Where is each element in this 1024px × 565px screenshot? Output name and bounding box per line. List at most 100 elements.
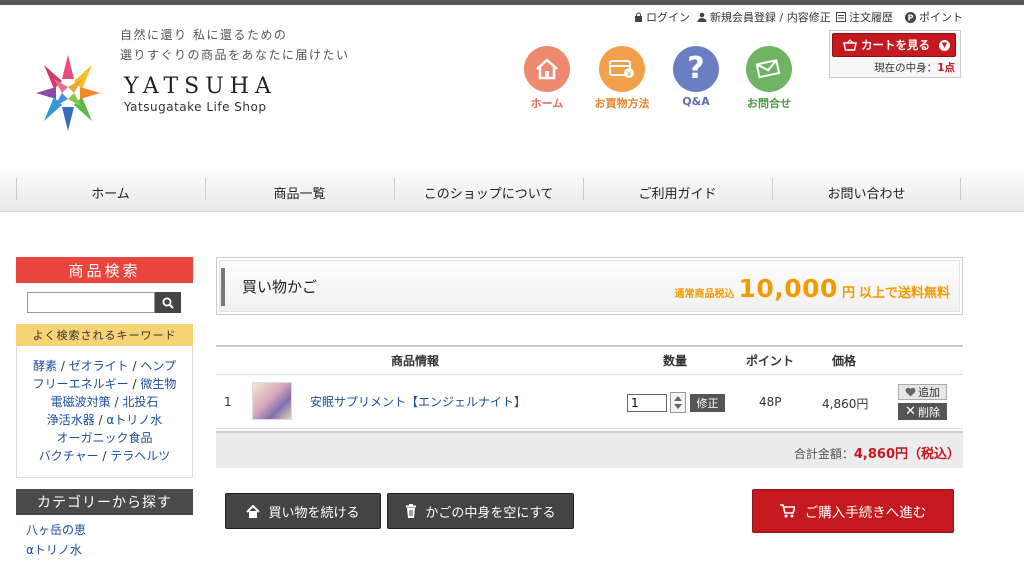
- logo-mark-icon[interactable]: [34, 52, 102, 134]
- trash-icon: [406, 504, 417, 518]
- cart-count-label: 現在の中身：: [874, 62, 938, 74]
- contact-nav-button[interactable]: [746, 46, 792, 92]
- cart-icon: [779, 504, 795, 518]
- wallet-icon: ¥: [609, 60, 634, 78]
- keyword-link[interactable]: オーガニック食品: [56, 431, 152, 445]
- keyword-link[interactable]: ゼオライト: [69, 359, 129, 373]
- delete-label: 削除: [917, 405, 940, 419]
- view-cart-label: カートを見る: [861, 38, 930, 52]
- keyword-link[interactable]: ヘンプ: [140, 359, 176, 373]
- column-points: ポイント: [746, 354, 795, 368]
- continue-shopping-button[interactable]: 買い物を続ける: [225, 493, 381, 529]
- logo-title[interactable]: YATSUHA: [124, 74, 277, 99]
- points-link[interactable]: P ポイント: [905, 10, 963, 24]
- continue-shopping-label: 買い物を続ける: [268, 505, 360, 521]
- user-icon: [697, 12, 707, 22]
- nav-item-contact[interactable]: お問い合わせ: [772, 172, 961, 212]
- home-icon: [536, 58, 558, 80]
- qa-nav-button[interactable]: ?: [673, 46, 719, 92]
- keyword-link[interactable]: バクチャー: [39, 449, 99, 463]
- keyword-link[interactable]: 微生物: [140, 377, 176, 391]
- qa-nav-label[interactable]: Q&A: [656, 95, 736, 108]
- keyword-link[interactable]: 浄活水器: [47, 413, 95, 427]
- lock-icon: [635, 12, 642, 22]
- free-shipping-unit: 円: [841, 286, 855, 301]
- cart-count-value: 1点: [937, 62, 955, 74]
- column-quantity: 数量: [663, 354, 688, 368]
- tagline-line-2: 選りすぐりの商品をあなたに届けたい: [120, 48, 350, 62]
- search-button[interactable]: [155, 292, 181, 313]
- svg-text:P: P: [908, 13, 914, 22]
- logo-subtitle[interactable]: Yatsugatake Life Shop: [124, 100, 266, 114]
- delete-item-button[interactable]: ✕ 削除: [898, 403, 947, 420]
- howto-nav-button[interactable]: ¥: [599, 46, 645, 92]
- stepper-arrows-icon: [674, 396, 682, 409]
- point-icon: P: [905, 11, 916, 23]
- quantity-input[interactable]: 1: [627, 394, 667, 412]
- nav-item-about[interactable]: このショップについて: [394, 172, 583, 212]
- checkout-button[interactable]: ご購入手続きへ進む: [752, 489, 954, 533]
- category-list: 八ヶ岳の恵 αトリノ水: [26, 520, 86, 560]
- tagline-line-1: 自然に還り 私に還るための: [120, 28, 288, 42]
- page-title: 買い物かご: [242, 278, 318, 296]
- contact-nav-label[interactable]: お問合せ: [729, 95, 809, 111]
- column-price: 価格: [832, 354, 857, 368]
- howto-nav-label[interactable]: お買物方法: [582, 95, 662, 111]
- keyword-link[interactable]: 電磁波対策: [51, 395, 111, 409]
- nav-divider: [960, 178, 961, 200]
- checkout-label: ご購入手続きへ進む: [804, 505, 927, 521]
- free-shipping-amount: 10,000: [738, 274, 838, 303]
- home-icon: [246, 504, 261, 518]
- keyword-link[interactable]: フリーエネルギー: [33, 377, 129, 391]
- home-nav-button[interactable]: [524, 46, 570, 92]
- points-label: ポイント: [919, 11, 963, 24]
- register-link[interactable]: 新規会員登録 / 内容修正: [697, 10, 831, 24]
- home-nav-label[interactable]: ホーム: [507, 95, 587, 111]
- keyword-link[interactable]: 北投石: [122, 395, 158, 409]
- top-bar: [0, 0, 1024, 5]
- total-amount: 合計金額：4,860円（税込）: [794, 443, 960, 462]
- search-input[interactable]: [27, 292, 155, 313]
- keyword-link[interactable]: αトリノ水: [106, 413, 162, 427]
- add-favorite-button[interactable]: 追加: [898, 384, 947, 400]
- empty-cart-label: かごの中身を空にする: [425, 505, 556, 521]
- category-link[interactable]: 八ヶ岳の恵: [26, 520, 86, 540]
- cart-count: 現在の中身：1点: [829, 60, 959, 75]
- total-value: 4,860円（税込）: [853, 447, 960, 462]
- search-icon: [162, 297, 174, 309]
- order-history-link[interactable]: 注文履歴: [836, 10, 893, 24]
- category-link[interactable]: αトリノ水: [26, 540, 86, 560]
- register-label: 新規会員登録 / 内容修正: [710, 11, 831, 24]
- item-points: 48P: [759, 395, 782, 409]
- category-heading: カテゴリーから探す: [16, 489, 193, 515]
- keyword-link[interactable]: テラヘルツ: [110, 449, 170, 463]
- add-label: 追加: [918, 386, 940, 399]
- item-price: 4,860円: [822, 397, 869, 411]
- product-thumbnail[interactable]: [252, 382, 292, 420]
- login-link[interactable]: ログイン: [634, 10, 690, 24]
- nav-item-home[interactable]: ホーム: [16, 172, 205, 212]
- product-name-link[interactable]: 安眠サプリメント【エンジェルナイト】: [310, 393, 526, 410]
- empty-cart-button[interactable]: かごの中身を空にする: [387, 493, 574, 529]
- chevron-down-icon: ▼: [939, 39, 950, 51]
- order-history-label: 注文履歴: [849, 11, 893, 24]
- question-icon: ?: [687, 51, 705, 86]
- basket-icon: [843, 39, 857, 51]
- search-heading: 商品検索: [16, 257, 193, 283]
- update-quantity-button[interactable]: 修正: [690, 394, 725, 412]
- free-shipping-suffix: 以上で送料無料: [858, 286, 950, 301]
- mail-icon: [755, 59, 781, 79]
- item-number: 1: [224, 395, 232, 409]
- title-accent-bar: [221, 268, 225, 306]
- keyword-link[interactable]: 酵素: [33, 359, 57, 373]
- keyword-list: 酵素 / ゼオライト / ヘンプ フリーエネルギー / 微生物 電磁波対策 / …: [32, 359, 177, 463]
- nav-item-guide[interactable]: ご利用ガイド: [583, 172, 772, 212]
- quantity-stepper[interactable]: [670, 392, 686, 413]
- list-icon: [836, 12, 846, 22]
- keyword-heading: よく検索されるキーワード: [16, 324, 193, 346]
- view-cart-button[interactable]: カートを見る ▼: [832, 33, 956, 57]
- nav-item-products[interactable]: 商品一覧: [205, 172, 394, 212]
- free-shipping-prefix: 通常商品税込: [674, 289, 735, 300]
- row-divider: [216, 428, 963, 429]
- free-shipping-notice: 通常商品税込 10,000 円 以上で送料無料: [674, 274, 950, 303]
